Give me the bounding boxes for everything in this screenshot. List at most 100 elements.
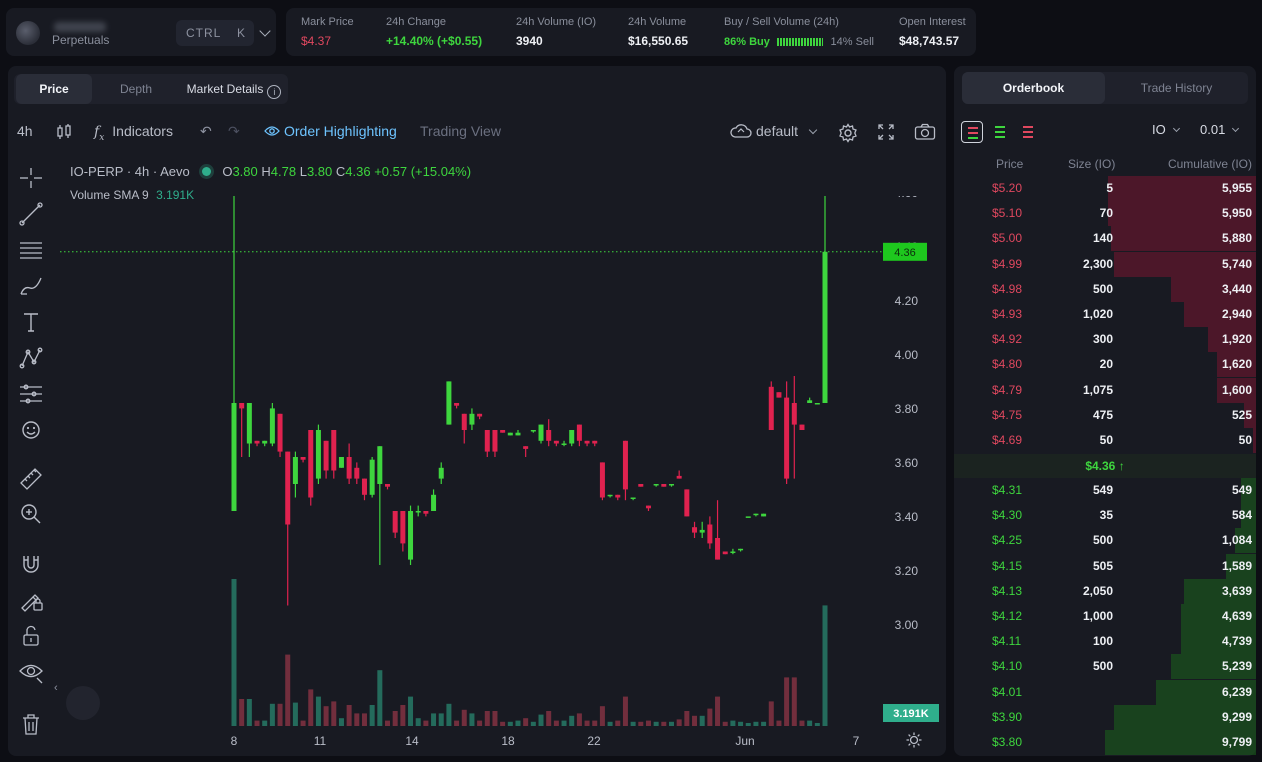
stat-open-interest: Open Interest $48,743.57 bbox=[899, 16, 966, 48]
row-cumulative: 5,955 bbox=[1221, 181, 1252, 195]
ask-row[interactable]: $4.80 20 1,620 bbox=[954, 352, 1256, 378]
ask-row[interactable]: $4.69 50 50 bbox=[954, 428, 1256, 453]
ohlc-open: 3.80 bbox=[232, 164, 258, 179]
candle-body bbox=[753, 513, 759, 516]
candle-body bbox=[392, 511, 398, 533]
view-bids-icon[interactable] bbox=[989, 121, 1011, 143]
orderbook-tabs: Orderbook Trade History bbox=[962, 72, 1248, 104]
volume-bar bbox=[423, 720, 429, 726]
bid-row[interactable]: $4.10 500 5,239 bbox=[954, 654, 1256, 680]
volume-bar bbox=[645, 720, 651, 726]
ask-row[interactable]: $5.20 5 5,955 bbox=[954, 176, 1256, 201]
tab-orderbook[interactable]: Orderbook bbox=[962, 72, 1105, 104]
volume-tag-label: 3.191K bbox=[893, 708, 929, 720]
time-settings-icon[interactable] bbox=[906, 732, 922, 753]
chevron-down-icon[interactable] bbox=[259, 25, 271, 37]
row-price: $4.30 bbox=[992, 508, 1023, 523]
order-highlighting-toggle[interactable]: Order Highlighting bbox=[264, 123, 397, 139]
indicators-button[interactable]: fx Indicators bbox=[94, 123, 173, 143]
tab-depth[interactable]: Depth bbox=[98, 74, 174, 104]
row-cumulative: 5,880 bbox=[1221, 231, 1252, 246]
ask-row[interactable]: $5.00 140 5,880 bbox=[954, 226, 1256, 252]
volume-bar bbox=[569, 715, 575, 726]
volume-bar bbox=[338, 718, 344, 726]
bid-row[interactable]: $4.01 6,239 bbox=[954, 679, 1256, 705]
ask-row[interactable]: $4.99 2,300 5,740 bbox=[954, 251, 1256, 277]
candle-body bbox=[799, 424, 805, 430]
bid-row[interactable]: $3.90 9,299 bbox=[954, 704, 1256, 730]
tick-size-select[interactable]: 0.01 bbox=[1200, 122, 1240, 137]
chart-panel: Price Depth Market Details i 4h fx Indicat… bbox=[8, 66, 946, 756]
fullscreen-icon[interactable] bbox=[877, 123, 895, 144]
scroll-left-icon[interactable]: ‹ bbox=[54, 682, 58, 694]
bid-row[interactable]: $3.80 9,799 bbox=[954, 730, 1256, 755]
trading-view-toggle[interactable]: Trading View bbox=[420, 123, 501, 139]
row-size: 140 bbox=[1092, 231, 1113, 246]
symbol-label: IO-PERP · 4h · Aevo bbox=[70, 164, 190, 179]
row-cumulative: 5,740 bbox=[1221, 256, 1252, 271]
live-status-dot bbox=[201, 167, 211, 176]
bid-row[interactable]: $4.31 549 549 bbox=[954, 478, 1256, 503]
settings-gear-icon[interactable] bbox=[838, 123, 858, 146]
market-selector[interactable]: Perpetuals CTRL K bbox=[6, 8, 276, 56]
ask-row[interactable]: $4.75 475 525 bbox=[954, 402, 1256, 428]
candle-body bbox=[784, 397, 790, 479]
bid-row[interactable]: $4.30 35 584 bbox=[954, 503, 1256, 529]
row-size: 1,020 bbox=[1082, 307, 1113, 321]
volume-bar bbox=[377, 670, 383, 726]
redo-icon[interactable]: ↷ bbox=[228, 123, 240, 140]
price-chart[interactable]: 4.804.604.404.204.003.803.603.403.203.00… bbox=[8, 196, 946, 756]
interval-button[interactable]: 4h bbox=[17, 123, 33, 139]
row-price: $4.80 bbox=[992, 357, 1023, 372]
unit-select[interactable]: IO bbox=[1152, 122, 1180, 137]
column-cumulative: Cumulative (IO) bbox=[1167, 157, 1252, 171]
candle-body bbox=[576, 424, 582, 441]
row-price: $4.75 bbox=[992, 407, 1023, 422]
row-price: $4.12 bbox=[992, 609, 1023, 623]
column-size: Size (IO) bbox=[1068, 157, 1116, 171]
x-tick-label: 18 bbox=[501, 734, 515, 748]
candle-body bbox=[438, 467, 444, 479]
ask-row[interactable]: $4.93 1,020 2,940 bbox=[954, 302, 1256, 327]
volume-bar bbox=[500, 721, 506, 726]
stat-label: 24h Change bbox=[386, 16, 446, 28]
stat-buy-sell-volume: Buy / Sell Volume (24h) 86% Buy 14% Sell bbox=[724, 16, 874, 48]
tab-market-details[interactable]: Market Details i bbox=[180, 74, 288, 104]
undo-icon[interactable]: ↶ bbox=[200, 123, 212, 140]
ask-row[interactable]: $5.10 70 5,950 bbox=[954, 201, 1256, 227]
chevron-down-icon bbox=[1172, 124, 1180, 133]
volume-bar bbox=[254, 720, 260, 726]
bid-row[interactable]: $4.13 2,050 3,639 bbox=[954, 578, 1256, 604]
volume-bar bbox=[822, 605, 828, 726]
tab-price[interactable]: Price bbox=[16, 74, 92, 104]
candle-body bbox=[477, 413, 483, 417]
candle-body bbox=[469, 413, 475, 425]
bid-row[interactable]: $4.25 500 1,084 bbox=[954, 528, 1256, 554]
candle-body bbox=[523, 446, 529, 449]
candle-body bbox=[638, 484, 644, 487]
layout-selector[interactable]: default bbox=[730, 123, 818, 139]
ask-row[interactable]: $4.98 500 3,440 bbox=[954, 276, 1256, 302]
camera-icon[interactable] bbox=[914, 123, 936, 144]
crosshair-icon[interactable] bbox=[18, 166, 46, 190]
view-asks-icon[interactable] bbox=[1017, 121, 1039, 143]
ask-row[interactable]: $4.92 300 1,920 bbox=[954, 327, 1256, 353]
row-cumulative: 4,639 bbox=[1221, 609, 1252, 623]
tab-trade-history[interactable]: Trade History bbox=[1105, 72, 1248, 104]
stat-24h-volume-io: 24h Volume (IO) 3940 bbox=[516, 16, 596, 48]
ohlc-low: 3.80 bbox=[306, 164, 333, 179]
row-size: 500 bbox=[1092, 659, 1113, 674]
volume-bar bbox=[415, 718, 421, 726]
buy-sell-ratio-bar bbox=[777, 37, 824, 46]
view-both-icon[interactable] bbox=[961, 121, 983, 143]
ask-row[interactable]: $4.79 1,075 1,600 bbox=[954, 377, 1256, 403]
row-price: $5.20 bbox=[992, 181, 1023, 195]
bid-row[interactable]: $4.11 100 4,739 bbox=[954, 629, 1256, 655]
candle-type-icon[interactable] bbox=[56, 123, 72, 144]
buy-sell-values: 86% Buy 14% Sell bbox=[724, 34, 874, 48]
bid-row[interactable]: $4.12 1,000 4,639 bbox=[954, 604, 1256, 629]
order-highlighting-label: Order Highlighting bbox=[284, 123, 397, 139]
bid-row[interactable]: $4.15 505 1,589 bbox=[954, 553, 1256, 579]
candle-body bbox=[507, 432, 513, 436]
candle-body bbox=[515, 432, 521, 436]
